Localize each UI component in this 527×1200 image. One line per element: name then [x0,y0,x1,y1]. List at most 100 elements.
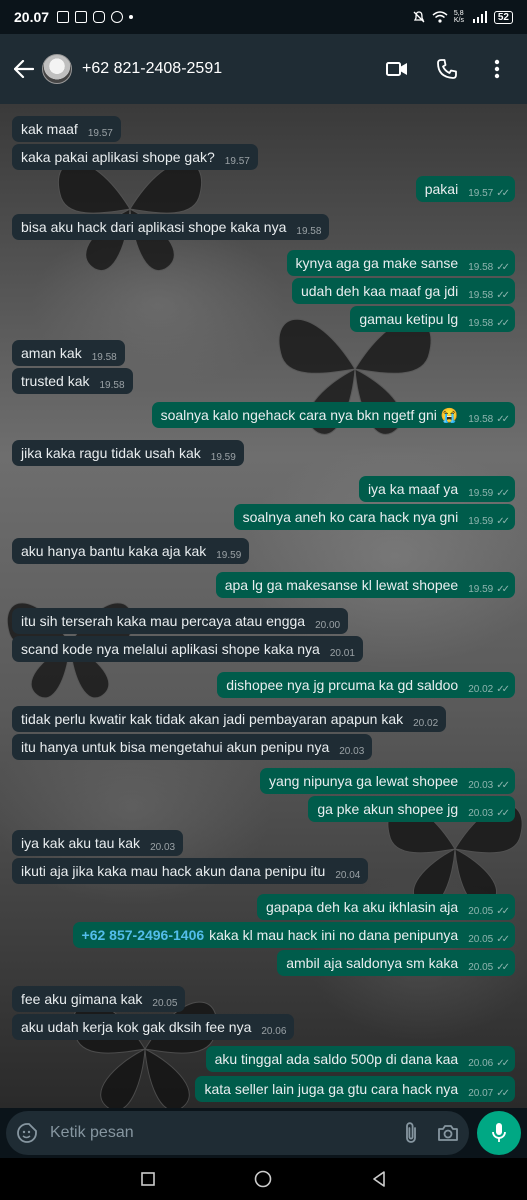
back-arrow-icon[interactable] [12,57,36,81]
message-time: 19.59 [468,583,494,595]
phone-link[interactable]: +62 857-2496-1406 [82,927,205,943]
message-time: 20.05 [152,997,178,1009]
message-time: 19.59 [468,487,494,499]
read-receipt-icon: ✓✓ [496,187,510,199]
message-text: jika kaka ragu tidak usah kak [21,445,201,461]
message-time: 20.04 [335,869,361,881]
back-button[interactable] [367,1167,391,1191]
message-input[interactable]: Ketik pesan [6,1111,469,1155]
status-time: 20.07 [14,9,50,25]
heart-icon [111,11,124,23]
incoming-message[interactable]: itu sih terserah kaka mau percaya atau e… [12,608,349,634]
message-text: ikuti aja jika kaka mau hack akun dana p… [21,863,326,879]
wifi-icon [432,10,448,23]
contact-name[interactable]: +62 821-2408-2591 [82,60,222,78]
message-time: 20.06 [468,1057,494,1069]
home-button[interactable] [251,1167,275,1191]
message-input-placeholder[interactable]: Ketik pesan [50,1124,403,1142]
sticker-icon[interactable] [16,1122,38,1144]
incoming-message[interactable]: iya kak aku tau kak 20.03 [12,830,184,856]
message-text: dishopee nya jg prcuma ka gd saldoo [226,677,459,693]
outgoing-message[interactable]: kata seller lain juga ga gtu cara hack n… [195,1076,515,1102]
chat-area[interactable]: kak maaf 19.57 kaka pakai aplikasi shope g… [0,104,527,1108]
avatar[interactable] [42,54,72,84]
incoming-message[interactable]: aman kak 19.58 [12,340,125,366]
outgoing-message[interactable]: iya ka maaf ya 19.59 ✓✓ [358,476,515,502]
chat-header: +62 821-2408-2591 [0,34,527,104]
message-text: ambil aja saldonya sm kaka [286,955,459,971]
outgoing-message[interactable]: kynya aga ga make sanse 19.58 ✓✓ [286,250,515,276]
message-text: gamau ketipu lg [359,311,459,327]
incoming-message[interactable]: trusted kak 19.58 [12,368,133,394]
mute-icon [413,11,425,23]
incoming-message[interactable]: itu hanya untuk bisa mengetahui akun pen… [12,734,373,760]
message-time: 20.02 [468,683,494,695]
phone-icon[interactable] [435,57,459,81]
message-time: 19.58 [296,225,322,237]
read-receipt-icon: ✓✓ [496,413,510,425]
read-receipt-icon: ✓✓ [496,905,510,917]
read-receipt-icon: ✓✓ [496,289,510,301]
message-text: apa lg ga makesanse kl lewat shopee [224,577,459,593]
outgoing-message[interactable]: gapapa deh ka aku ikhlasin aja 20.05 ✓✓ [256,894,515,920]
message-time: 19.57 [87,127,113,139]
read-receipt-icon: ✓✓ [496,961,510,973]
message-text: tidak perlu kwatir kak tidak akan jadi p… [21,711,404,727]
message-time: 20.03 [150,841,176,853]
instagram-icon [93,11,106,23]
read-receipt-icon: ✓✓ [496,515,510,527]
mic-icon [492,1123,506,1142]
message-time: 20.02 [413,717,439,729]
outgoing-message[interactable]: dishopee nya jg prcuma ka gd saldoo 20.02… [217,672,515,698]
outgoing-message[interactable]: apa lg ga makesanse kl lewat shopee 19.59… [215,572,515,598]
message-text: scand kode nya melalui aplikasi shope ka… [21,641,320,657]
more-icon[interactable] [485,57,509,81]
message-time: 19.58 [91,351,117,363]
message-text: aman kak [21,345,82,361]
read-receipt-icon: ✓✓ [496,933,510,945]
message-text: kak maaf [21,121,78,137]
message-text: iya kak aku tau kak [21,835,141,851]
read-receipt-icon: ✓✓ [496,1057,510,1069]
outgoing-message[interactable]: soalnya kalo ngehack cara nya bkn ngetf … [151,402,515,428]
message-text: bisa aku hack dari aplikasi shope kaka n… [21,219,287,235]
message-time: 20.07 [468,1087,494,1099]
message-time: 20.06 [261,1025,287,1037]
outgoing-message[interactable]: yang nipunya ga lewat shopee 20.03 ✓✓ [260,768,515,794]
message-time: 19.58 [468,317,494,329]
battery-indicator: 52 [493,10,513,24]
incoming-message[interactable]: aku hanya bantu kaka aja kak 19.59 [12,538,250,564]
message-text: yang nipunya ga lewat shopee [269,773,459,789]
outgoing-message[interactable]: udah deh kaa maaf ga jdi 19.58 ✓✓ [291,278,515,304]
message-time: 19.59 [210,451,236,463]
mic-button[interactable] [477,1111,521,1155]
notification-icon [75,11,88,23]
outgoing-message[interactable]: pakai 19.57 ✓✓ [415,176,515,202]
outgoing-message[interactable]: ambil aja saldonya sm kaka 20.05 ✓✓ [277,950,515,976]
incoming-message[interactable]: jika kaka ragu tidak usah kak 19.59 [12,440,244,466]
header-actions [385,57,515,81]
incoming-message[interactable]: ikuti aja jika kaka mau hack akun dana p… [12,858,369,884]
outgoing-message[interactable]: gamau ketipu lg 19.58 ✓✓ [350,306,515,332]
incoming-message[interactable]: kak maaf 19.57 [12,116,121,142]
recents-button[interactable] [136,1167,160,1191]
incoming-message[interactable]: fee aku gimana kak 20.05 [12,986,186,1012]
incoming-message[interactable]: tidak perlu kwatir kak tidak akan jadi p… [12,706,447,732]
message-time: 19.58 [468,289,494,301]
outgoing-message[interactable]: ga pke akun shopee jg 20.03 ✓✓ [308,796,515,822]
message-time: 20.05 [468,933,494,945]
video-call-icon[interactable] [385,57,409,81]
incoming-message[interactable]: kaka pakai aplikasi shope gak? 19.57 [12,144,258,170]
read-receipt-icon: ✓✓ [496,779,510,791]
outgoing-message[interactable]: aku tinggal ada saldo 500p di dana kaa 20… [205,1046,515,1072]
system-status: 5,8 K/s 52 [412,10,513,24]
camera-icon[interactable] [437,1124,459,1142]
outgoing-message[interactable]: +62 857-2496-1406 kaka kl mau hack ini no… [72,922,515,948]
incoming-message[interactable]: aku udah kerja kok gak dksih fee nya 20.0… [12,1014,295,1040]
notification-icon [57,11,70,23]
message-time: 19.58 [468,413,494,425]
outgoing-message[interactable]: soalnya aneh ko cara hack nya gni 19.59 ✓✓ [233,504,515,530]
incoming-message[interactable]: scand kode nya melalui aplikasi shope ka… [12,636,363,662]
incoming-message[interactable]: bisa aku hack dari aplikasi shope kaka n… [12,214,330,240]
attach-icon[interactable] [403,1122,419,1144]
